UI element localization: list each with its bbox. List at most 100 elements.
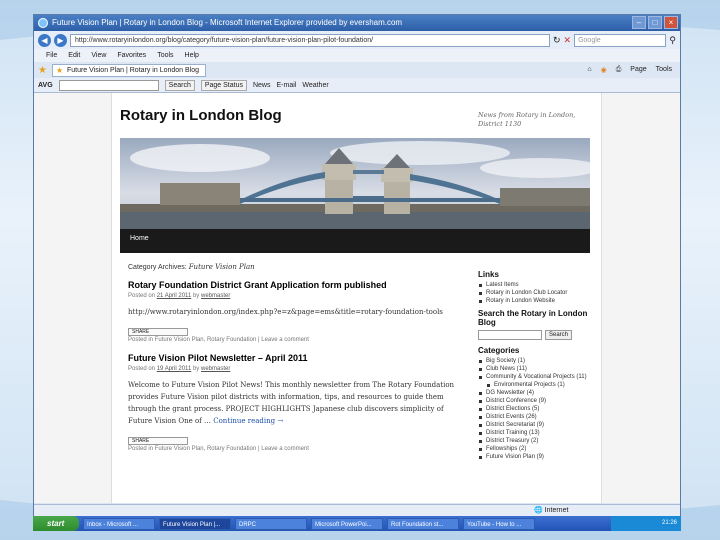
forward-icon[interactable]: ▶ xyxy=(54,33,67,47)
address-bar: ◀ ▶ http://www.rotaryinlondon.org/blog/c… xyxy=(34,31,680,49)
category-item[interactable]: Environmental Projects (1) xyxy=(478,381,590,389)
menu-file[interactable]: File xyxy=(46,49,57,62)
leave-comment-link[interactable]: Leave a comment xyxy=(261,337,309,343)
page-menu[interactable]: Page xyxy=(630,66,646,74)
post-author[interactable]: webmaster xyxy=(201,293,230,299)
search-input[interactable]: Google xyxy=(574,33,667,47)
leave-comment-link[interactable]: Leave a comment xyxy=(261,446,309,452)
category-item[interactable]: District Conference (9) xyxy=(478,397,590,405)
menu-help[interactable]: Help xyxy=(185,49,199,62)
task-button[interactable]: Microsoft PowerPoi... xyxy=(311,517,383,530)
post-body: http://www.rotaryinlondon.org/index.php?… xyxy=(128,308,443,316)
post-1: Rotary Foundation District Grant Applica… xyxy=(128,280,468,343)
continue-reading-link[interactable]: Continue reading → xyxy=(213,417,283,425)
share-button[interactable]: SHARE xyxy=(128,328,188,336)
sidebar-search-button[interactable]: Search xyxy=(545,330,573,340)
url-field[interactable]: http://www.rotaryinlondon.org/blog/categ… xyxy=(70,33,550,47)
start-button[interactable]: start xyxy=(33,516,79,531)
avg-logo: AVG xyxy=(38,81,53,89)
meta-prefix: Posted on xyxy=(128,293,156,299)
menu-bar: File Edit View Favorites Tools Help xyxy=(34,49,680,62)
email-button[interactable]: E-mail xyxy=(277,82,297,89)
news-button[interactable]: News xyxy=(253,82,271,89)
post-date[interactable]: 21 April 2011 xyxy=(157,293,192,299)
tab-current[interactable]: Future Vision Plan | Rotary in London Bl… xyxy=(51,63,207,77)
post-author[interactable]: webmaster xyxy=(201,366,230,372)
clock: 21:26 xyxy=(661,520,677,526)
category-item[interactable]: District Treasury (2) xyxy=(478,437,590,445)
categories-list: Big Society (1) Club News (11) Community &… xyxy=(478,357,590,461)
category-item[interactable]: DG Newsletter (4) xyxy=(478,389,590,397)
feeds-icon[interactable]: ◉ xyxy=(601,66,607,74)
status-bar: 🌐 Internet xyxy=(34,504,680,516)
home-icon[interactable]: ⌂ xyxy=(587,66,591,74)
post-title[interactable]: Future Vision Pilot Newsletter – April 2… xyxy=(128,353,468,363)
window-title: Future Vision Plan | Rotary in London Bl… xyxy=(52,18,403,27)
task-button[interactable]: Future Vision Plan |... xyxy=(159,517,231,530)
ie-icon xyxy=(38,18,48,28)
posted-in-prefix: Posted in xyxy=(128,337,154,343)
system-tray: 21:26 xyxy=(611,516,681,531)
category-item[interactable]: Fellowships (2) xyxy=(478,445,590,453)
favorites-star-icon[interactable]: ★ xyxy=(38,65,47,76)
search-heading: Search the Rotary in London Blog xyxy=(478,309,588,327)
weather-button[interactable]: Weather xyxy=(302,82,328,89)
security-zone: 🌐 Internet xyxy=(534,507,569,514)
meta-prefix: Posted on xyxy=(128,366,156,372)
maximize-icon[interactable]: □ xyxy=(648,16,662,29)
post-excerpt: Welcome to Future Vision Pilot News! Thi… xyxy=(128,381,455,425)
sidebar-link[interactable]: Latest Items xyxy=(478,281,590,289)
sidebar-search-input[interactable] xyxy=(478,330,542,340)
category-item[interactable]: District Training (13) xyxy=(478,429,590,437)
menu-edit[interactable]: Edit xyxy=(68,49,80,62)
task-button[interactable]: Inbox - Microsoft ... xyxy=(83,517,155,530)
share-button[interactable]: SHARE xyxy=(128,437,188,445)
posted-in-categories[interactable]: Future Vision Plan, Rotary Foundation xyxy=(155,337,257,343)
posted-in-categories[interactable]: Future Vision Plan, Rotary Foundation xyxy=(155,446,257,452)
post-date[interactable]: 19 April 2011 xyxy=(157,366,192,372)
posted-in: Posted in Future Vision Plan, Rotary Fou… xyxy=(128,337,309,343)
task-button[interactable]: Rot Foundation st... xyxy=(387,517,459,530)
menu-favorites[interactable]: Favorites xyxy=(117,49,146,62)
taskbar: start Inbox - Microsoft ... Future Visio… xyxy=(33,516,681,531)
page-status-button[interactable]: Page Status xyxy=(200,79,247,91)
refresh-icon[interactable]: ↻ xyxy=(553,35,561,46)
post-title[interactable]: Rotary Foundation District Grant Applica… xyxy=(128,280,468,290)
category-item[interactable]: Future Vision Plan (9) xyxy=(478,453,590,461)
category-item[interactable]: Big Society (1) xyxy=(478,357,590,365)
stop-icon[interactable]: ✕ xyxy=(564,35,572,46)
menu-view[interactable]: View xyxy=(91,49,106,62)
close-icon[interactable]: × xyxy=(664,16,678,29)
menu-tools[interactable]: Tools xyxy=(157,49,173,62)
command-bar: ⌂ ◉ ⎙ Page Tools xyxy=(587,66,680,74)
sidebar-link[interactable]: Rotary in London Website xyxy=(478,297,590,305)
sidebar-link[interactable]: Rotary in London Club Locator xyxy=(478,289,590,297)
post-meta: Posted on 19 April 2011 by webmaster xyxy=(128,366,468,372)
print-icon[interactable]: ⎙ xyxy=(616,66,622,74)
blog-page: Rotary in London Blog News from Rotary i… xyxy=(111,93,602,503)
category-item[interactable]: District Secretariat (9) xyxy=(478,421,590,429)
tab-bar: ★ Future Vision Plan | Rotary in London … xyxy=(34,62,680,78)
tower-bridge-banner xyxy=(120,138,590,229)
blog-nav: Home xyxy=(120,229,590,253)
nav-home[interactable]: Home xyxy=(130,235,149,242)
search-icon[interactable]: ⚲ xyxy=(669,35,676,46)
posted-in: Posted in Future Vision Plan, Rotary Fou… xyxy=(128,446,309,452)
minimize-icon[interactable]: – xyxy=(632,16,646,29)
avg-search-input[interactable] xyxy=(58,79,159,91)
avg-search-button[interactable]: Search xyxy=(164,79,195,91)
post-2: Future Vision Pilot Newsletter – April 2… xyxy=(128,353,468,452)
category-item[interactable]: Community & Vocational Projects (11) xyxy=(478,373,590,381)
category-item[interactable]: District Elections (5) xyxy=(478,405,590,413)
category-label: Category Archives: xyxy=(128,264,187,271)
tools-menu[interactable]: Tools xyxy=(656,66,672,74)
back-icon[interactable]: ◀ xyxy=(38,33,51,47)
category-archive-heading: Category Archives: Future Vision Plan xyxy=(128,263,468,271)
category-item[interactable]: Club News (11) xyxy=(478,365,590,373)
blog-title[interactable]: Rotary in London Blog xyxy=(120,107,282,124)
task-button[interactable]: DRPC xyxy=(235,517,307,530)
task-button[interactable]: YouTube - How to ... xyxy=(463,517,535,530)
category-item[interactable]: District Events (26) xyxy=(478,413,590,421)
post-meta: Posted on 21 April 2011 by webmaster xyxy=(128,293,468,299)
avg-toolbar: AVG Search Page Status News E-mail Weath… xyxy=(34,78,680,93)
